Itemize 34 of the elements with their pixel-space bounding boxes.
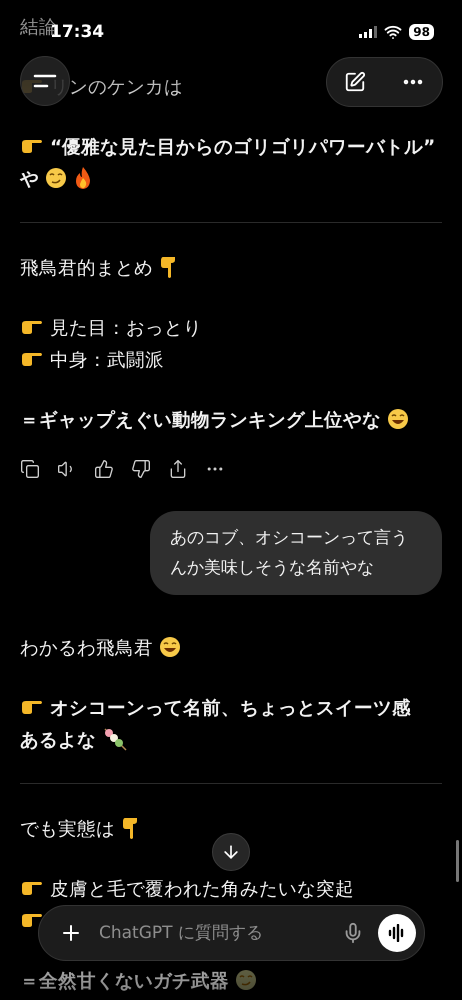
message-text: 飛鳥君的まとめ (20, 256, 153, 280)
voice-mode-button[interactable] (378, 914, 416, 952)
battery-level: 98 (409, 24, 434, 40)
fearful-face-icon (235, 969, 257, 991)
message-text: ＝ギャップえぐい動物ランキング上位やな (20, 408, 381, 432)
menu-button[interactable] (20, 56, 70, 106)
thumbs-down-icon[interactable] (131, 459, 151, 479)
smirking-face-icon (45, 167, 67, 189)
message-text: オシコーンって名前、ちょっとスイーツ感 (50, 696, 411, 720)
user-message-bubble: あのコブ、オシコーンって言うんか美味しそうな名前やな (150, 511, 442, 595)
fire-icon (73, 166, 93, 190)
message-text: でも実態は (20, 818, 115, 840)
waveform-icon (388, 924, 406, 942)
thumbs-up-icon[interactable] (94, 459, 114, 479)
laughing-face-icon (159, 636, 181, 658)
share-icon[interactable] (168, 459, 188, 479)
dango-icon (102, 726, 128, 752)
new-chat-icon[interactable] (344, 71, 366, 93)
scroll-bar (456, 840, 459, 882)
message-text: わかるわ飛鳥君 (20, 636, 153, 660)
pointing-down-hand-icon (121, 816, 139, 840)
message-text: あるよな (20, 728, 96, 752)
signal-icon (359, 26, 378, 38)
pointing-down-hand-icon (159, 255, 177, 279)
copy-icon[interactable] (20, 459, 40, 479)
message-text: や (20, 168, 39, 190)
laughing-face-icon (387, 408, 409, 430)
message-text: 皮膚と毛で覆われた角みたいな突起 (50, 878, 354, 900)
message-text: 中身：武闘派 (50, 348, 164, 372)
message-input[interactable]: ChatGPT に質問する (97, 922, 328, 944)
wifi-icon (384, 23, 402, 41)
message-text: ＝全然甘くないガチ武器 (20, 970, 229, 992)
message-text: 見た目：おっとり (50, 316, 202, 340)
message-text: “優雅な見た目からのゴリゴリパワーバトル” (50, 136, 436, 158)
